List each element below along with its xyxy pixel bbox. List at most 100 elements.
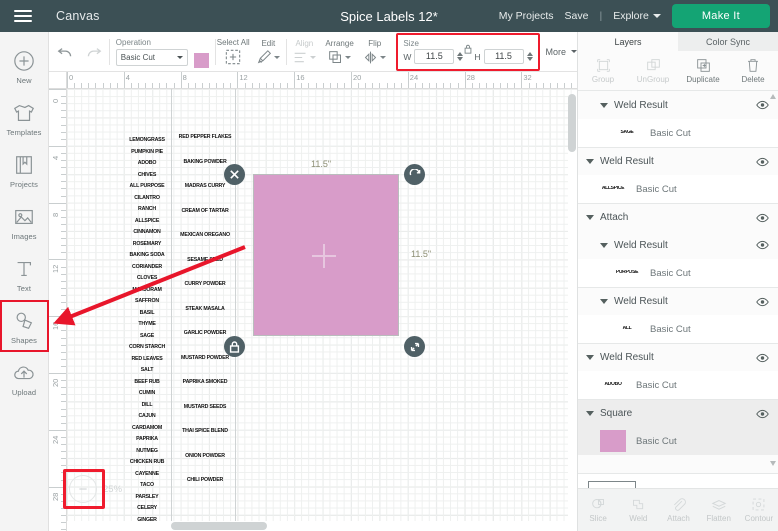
spice-label[interactable]: SAGE [122, 331, 172, 343]
select-all-button[interactable]: Select All [216, 32, 251, 72]
sidebar-item-images[interactable]: Images [0, 196, 49, 248]
ungroup-button[interactable]: UnGroup [628, 51, 678, 90]
layer-row[interactable]: ADOBO Basic Cut [578, 371, 778, 399]
layer-thumbnail[interactable]: ADOBO [600, 382, 626, 388]
width-input[interactable]: 11.5 [414, 49, 455, 64]
sidebar-item-templates[interactable]: Templates [0, 92, 49, 144]
sidebar-item-upload[interactable]: Upload [0, 352, 49, 404]
sidebar-item-shapes[interactable]: Shapes [0, 300, 49, 352]
hamburger-icon[interactable] [0, 0, 46, 32]
layer-thumbnail[interactable]: ALL [614, 326, 640, 332]
group-button[interactable]: Group [578, 51, 628, 90]
spice-label[interactable]: BAKING POWDER [178, 159, 233, 166]
layer-thumbnail[interactable]: ALLSPICE [600, 186, 626, 192]
spice-label[interactable]: RANCH [122, 204, 172, 216]
spice-label[interactable]: CAYENNE [122, 469, 172, 481]
spice-label[interactable]: BEEF RUB [122, 377, 172, 389]
spice-label-column-1[interactable]: LEMONGRASS PUMPKIN PIE ADOBO CHIVES ALL PURP… [123, 135, 171, 531]
operation-select[interactable]: Basic Cut [115, 48, 188, 66]
spice-label[interactable]: CAJUN [122, 411, 172, 423]
spice-label[interactable]: THYME [122, 319, 172, 331]
layer-row[interactable]: PURPOSE Basic Cut [578, 259, 778, 287]
spice-label[interactable]: CINNAMON [122, 227, 172, 239]
eye-icon[interactable] [756, 240, 769, 250]
spice-label[interactable]: PARSLEY [122, 492, 172, 504]
spice-label[interactable]: MEXICAN OREGANO [178, 232, 233, 239]
spice-label[interactable]: CURRY POWDER [178, 281, 233, 288]
layer-group-row[interactable]: Weld Result [578, 91, 778, 119]
spice-label[interactable]: NUTMEG [122, 446, 172, 458]
layer-group-row[interactable]: Weld Result [578, 147, 778, 175]
rotate-selection-handle[interactable] [404, 164, 425, 185]
resize-selection-handle[interactable] [404, 336, 425, 357]
eye-icon[interactable] [756, 213, 769, 223]
layer-row[interactable]: Basic Cut [578, 427, 778, 455]
my-projects-link[interactable]: My Projects [499, 10, 554, 22]
tab-layers[interactable]: Layers [578, 32, 678, 51]
caret-down-icon[interactable] [586, 411, 594, 416]
eye-icon[interactable] [756, 157, 769, 167]
scroll-up-icon[interactable] [770, 94, 776, 99]
layer-thumbnail[interactable]: SAGE [614, 130, 640, 136]
spice-label[interactable]: SAFFRON [122, 296, 172, 308]
caret-down-icon[interactable] [586, 159, 594, 164]
spice-label[interactable]: CLOVES [122, 273, 172, 285]
layer-group-row[interactable]: Attach [578, 203, 778, 231]
layer-thumbnail[interactable]: PURPOSE [614, 270, 640, 276]
spice-label[interactable]: DILL [122, 400, 172, 412]
align-button[interactable]: Align [287, 32, 322, 72]
caret-down-icon[interactable] [600, 299, 608, 304]
attach-button[interactable]: Attach [658, 489, 698, 531]
spice-label[interactable]: CARDAMOM [122, 423, 172, 435]
delete-button[interactable]: Delete [728, 51, 778, 90]
spice-label[interactable]: RED LEAVES [122, 354, 172, 366]
spice-label[interactable]: SALT [122, 365, 172, 377]
caret-down-icon[interactable] [600, 242, 608, 248]
horizontal-scrollbar[interactable] [67, 521, 577, 531]
canvas-grid[interactable]: LEMONGRASS PUMPKIN PIE ADOBO CHIVES ALL PURP… [67, 89, 577, 531]
spice-label[interactable]: THAI SPICE BLEND [178, 428, 233, 435]
layers-list[interactable]: Weld Result SAGE Basic Cut Weld Result ALLSP… [578, 91, 778, 473]
layer-group-row[interactable]: Weld Result [578, 231, 778, 259]
make-it-button[interactable]: Make It [671, 4, 770, 28]
more-button[interactable]: More [546, 47, 578, 57]
spice-label[interactable]: CILANTRO [122, 193, 172, 205]
sidebar-item-text[interactable]: Text [0, 248, 49, 300]
spice-label[interactable]: BAKING SODA [122, 250, 172, 262]
spice-label[interactable]: CORN STARCH [122, 342, 172, 354]
scroll-down-icon[interactable] [770, 461, 776, 466]
spice-label[interactable]: PAPRIKA [122, 434, 172, 446]
layer-row[interactable]: SAGE Basic Cut [578, 119, 778, 147]
spice-label[interactable]: PUMPKIN PIE [122, 147, 172, 159]
spice-label[interactable]: MADRAS CURRY [178, 183, 233, 190]
eye-icon[interactable] [756, 297, 769, 307]
spice-label[interactable]: MARJORAM [122, 285, 172, 297]
flatten-button[interactable]: Flatten [699, 489, 739, 531]
save-button[interactable]: Save [565, 10, 589, 22]
spice-label[interactable]: ALLSPICE [122, 216, 172, 228]
edit-button[interactable]: Edit [251, 32, 286, 72]
layer-row[interactable]: ALL Basic Cut [578, 315, 778, 343]
sidebar-item-new[interactable]: New [0, 40, 49, 92]
minus-circle-icon[interactable]: − [69, 475, 97, 503]
layer-group-row[interactable]: Weld Result [578, 287, 778, 315]
eye-icon[interactable] [756, 409, 769, 419]
spice-label[interactable]: STEAK MASALA [178, 306, 233, 313]
spice-label[interactable]: ALL PURPOSE [122, 181, 172, 193]
delete-selection-handle[interactable] [224, 164, 245, 185]
arrange-button[interactable]: Arrange [322, 32, 357, 72]
duplicate-button[interactable]: Duplicate [678, 51, 728, 90]
spice-label[interactable]: MUSTARD POWDER [178, 355, 233, 362]
spice-label[interactable]: ROSEMARY [122, 239, 172, 251]
spice-label[interactable]: LEMONGRASS [122, 135, 172, 147]
spice-label[interactable]: MUSTARD SEEDS [178, 404, 233, 411]
layer-group-row[interactable]: Weld Result [578, 343, 778, 371]
layers-scrollbar[interactable] [770, 94, 777, 466]
vertical-scrollbar[interactable] [568, 94, 577, 531]
undo-arrow-icon[interactable] [55, 42, 75, 62]
spice-label-column-2[interactable]: RED PEPPER FLAKES BAKING POWDER MADRAS CUR… [178, 134, 233, 503]
spice-label[interactable]: SESAME SEED [178, 257, 233, 264]
layer-group-row[interactable]: Square [578, 399, 778, 427]
eye-icon[interactable] [756, 353, 769, 363]
caret-down-icon[interactable] [586, 355, 594, 360]
